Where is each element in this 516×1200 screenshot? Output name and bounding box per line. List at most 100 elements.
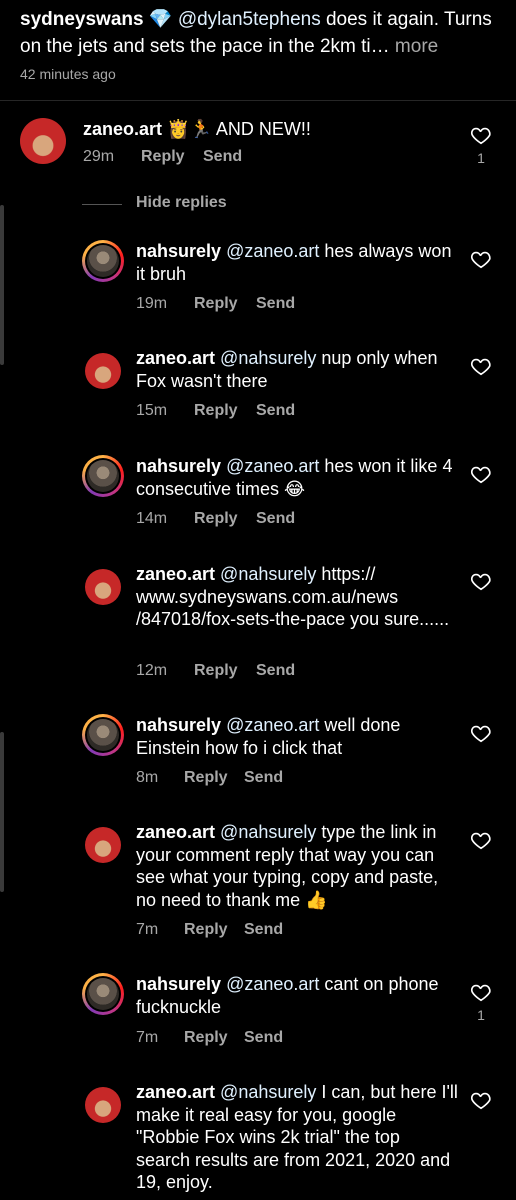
- like-count: 1: [477, 1007, 485, 1023]
- reply-mention[interactable]: @nahsurely: [220, 1082, 316, 1102]
- reply-meta: 15m Reply Send: [136, 402, 295, 420]
- post-caption: sydneyswans 💎 @dylan5tephens does it aga…: [20, 6, 500, 60]
- scroll-handle[interactable]: [0, 732, 4, 892]
- reply-text: zaneo.art @nahsurely https:// www.sydney…: [136, 563, 458, 631]
- reply-username[interactable]: zaneo.art: [136, 1082, 215, 1102]
- reply-button[interactable]: Reply: [194, 295, 256, 313]
- reply-text: nahsurely @zaneo.art hes always won it b…: [136, 240, 458, 285]
- reply-button[interactable]: Reply: [194, 662, 256, 680]
- reply-text: zaneo.art @nahsurely type the link in yo…: [136, 821, 458, 911]
- avatar-ring: [85, 717, 121, 753]
- avatar[interactable]: [85, 353, 121, 389]
- reply-button[interactable]: Reply: [141, 148, 203, 166]
- reply-button[interactable]: Reply: [184, 921, 244, 939]
- send-button[interactable]: Send: [244, 1029, 283, 1047]
- avatar[interactable]: [20, 118, 66, 164]
- avatar-image: [87, 719, 119, 751]
- reply-username[interactable]: zaneo.art: [136, 348, 215, 368]
- scroll-handle[interactable]: [0, 205, 4, 365]
- reply-username[interactable]: zaneo.art: [136, 564, 215, 584]
- reply-username[interactable]: nahsurely: [136, 715, 221, 735]
- caption-timestamp: 42 minutes ago: [20, 66, 116, 82]
- reply-meta: 8m Reply Send: [136, 769, 283, 787]
- send-button[interactable]: Send: [256, 662, 295, 680]
- send-button[interactable]: Send: [244, 769, 283, 787]
- reply-mention[interactable]: @zaneo.art: [226, 715, 319, 735]
- reply-meta: 7m Reply Send: [136, 1029, 283, 1047]
- verified-badge-icon: 💎: [148, 9, 173, 30]
- heart-icon[interactable]: [470, 570, 492, 592]
- reply-button[interactable]: Reply: [184, 769, 244, 787]
- reply-meta: 14m Reply Send: [136, 510, 295, 528]
- reply-text: zaneo.art @nahsurely nup only when Fox w…: [136, 347, 458, 392]
- reply-text: nahsurely @zaneo.art hes won it like 4 c…: [136, 455, 458, 500]
- send-button[interactable]: Send: [256, 402, 295, 420]
- reply-username[interactable]: zaneo.art: [136, 822, 215, 842]
- reply-meta: 7m Reply Send: [136, 921, 283, 939]
- reply-text: zaneo.art @nahsurely I can, but here I'l…: [136, 1081, 458, 1194]
- avatar[interactable]: [82, 973, 124, 1015]
- avatar[interactable]: [85, 827, 121, 863]
- send-button[interactable]: Send: [256, 510, 295, 528]
- reply-mention[interactable]: @nahsurely: [220, 822, 316, 842]
- reply-button[interactable]: Reply: [194, 402, 256, 420]
- avatar-ring: [85, 976, 121, 1012]
- reply-time: 7m: [136, 1029, 159, 1046]
- caption-mention[interactable]: @dylan5tephens: [178, 9, 321, 30]
- reply-time: 19m: [136, 295, 168, 312]
- avatar[interactable]: [82, 240, 124, 282]
- hide-replies-label: Hide replies: [136, 194, 227, 211]
- more-button[interactable]: more: [390, 36, 438, 57]
- comment-meta: 29m Reply Send: [83, 148, 242, 166]
- reply-time: 7m: [136, 921, 159, 938]
- avatar[interactable]: [82, 455, 124, 497]
- send-button[interactable]: Send: [256, 295, 295, 313]
- reply-time: 12m: [136, 662, 168, 679]
- comment-username[interactable]: zaneo.art: [83, 119, 162, 139]
- reply-username[interactable]: nahsurely: [136, 974, 221, 994]
- reply-mention[interactable]: @zaneo.art: [226, 241, 319, 261]
- heart-icon[interactable]: [470, 1089, 492, 1111]
- reply-text: nahsurely @zaneo.art cant on phone fuckn…: [136, 973, 458, 1018]
- avatar-image: [87, 245, 119, 277]
- reply-meta: 12m Reply Send: [136, 662, 295, 680]
- reply-meta: 19m Reply Send: [136, 295, 295, 313]
- like-count: 1: [477, 150, 485, 166]
- reply-text: nahsurely @zaneo.art well done Einstein …: [136, 714, 458, 759]
- reply-username[interactable]: nahsurely: [136, 456, 221, 476]
- heart-icon[interactable]: [470, 355, 492, 377]
- reply-time: 14m: [136, 510, 168, 527]
- heart-icon[interactable]: [470, 124, 492, 146]
- avatar-ring: [85, 243, 121, 279]
- avatar[interactable]: [85, 569, 121, 605]
- reply-button[interactable]: Reply: [184, 1029, 244, 1047]
- comment-time: 29m: [83, 148, 115, 165]
- avatar[interactable]: [85, 1087, 121, 1123]
- reply-mention[interactable]: @nahsurely: [220, 564, 316, 584]
- caption-username[interactable]: sydneyswans: [20, 9, 144, 30]
- heart-icon[interactable]: [470, 248, 492, 270]
- reply-mention[interactable]: @zaneo.art: [226, 456, 319, 476]
- send-button[interactable]: Send: [203, 148, 242, 166]
- reply-time: 8m: [136, 769, 159, 786]
- hide-replies-button[interactable]: Hide replies: [82, 194, 242, 216]
- heart-icon[interactable]: [470, 981, 492, 1003]
- avatar-ring: [85, 458, 121, 494]
- hide-replies-line: [82, 204, 122, 205]
- heart-icon[interactable]: [470, 463, 492, 485]
- heart-icon[interactable]: [470, 722, 492, 744]
- comment-body: 👸🏃 AND NEW!!: [162, 119, 311, 139]
- caption-ellipsis: …: [370, 36, 390, 57]
- avatar-image: [87, 460, 119, 492]
- avatar-image: [87, 978, 119, 1010]
- comment-text: zaneo.art 👸🏃 AND NEW!!: [83, 118, 443, 141]
- heart-icon[interactable]: [470, 829, 492, 851]
- divider: [0, 100, 516, 101]
- reply-time: 15m: [136, 402, 168, 419]
- reply-mention[interactable]: @zaneo.art: [226, 974, 319, 994]
- send-button[interactable]: Send: [244, 921, 283, 939]
- reply-button[interactable]: Reply: [194, 510, 256, 528]
- reply-username[interactable]: nahsurely: [136, 241, 221, 261]
- reply-mention[interactable]: @nahsurely: [220, 348, 316, 368]
- avatar[interactable]: [82, 714, 124, 756]
